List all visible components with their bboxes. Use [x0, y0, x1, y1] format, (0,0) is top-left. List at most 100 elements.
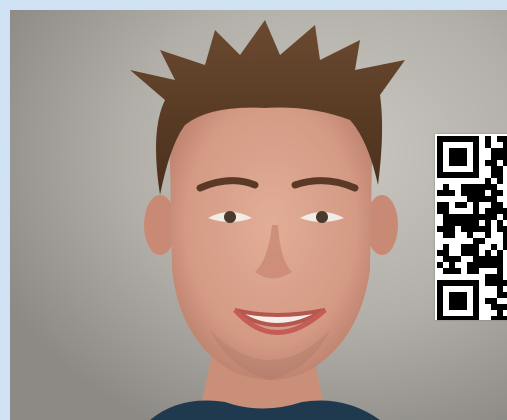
- qr-module: [467, 184, 473, 190]
- qr-module: [497, 280, 503, 286]
- qr-module: [497, 136, 503, 142]
- qr-module: [497, 208, 503, 214]
- qr-module: [485, 196, 491, 202]
- qr-code: [435, 134, 507, 320]
- qr-module: [473, 214, 479, 220]
- qr-module: [485, 142, 491, 148]
- qr-module: [485, 274, 491, 280]
- qr-module: [503, 292, 507, 298]
- qr-module: [497, 148, 503, 154]
- qr-module: [473, 202, 479, 208]
- qr-module: [443, 214, 449, 220]
- qr-module: [479, 184, 485, 190]
- qr-module: [485, 250, 491, 256]
- qr-module: [485, 136, 491, 142]
- qr-module: [497, 154, 503, 160]
- qr-module: [491, 256, 497, 262]
- qr-module: [473, 244, 479, 250]
- qr-module: [467, 214, 473, 220]
- qr-module: [497, 220, 503, 226]
- qr-module: [443, 226, 449, 232]
- qr-module: [503, 304, 507, 310]
- qr-module: [479, 226, 485, 232]
- qr-module: [443, 244, 449, 250]
- qr-module: [497, 226, 503, 232]
- qr-module: [497, 250, 503, 256]
- qr-module: [497, 310, 503, 316]
- qr-module: [437, 250, 443, 256]
- qr-module: [491, 196, 497, 202]
- qr-module: [491, 208, 497, 214]
- qr-module: [485, 298, 491, 304]
- qr-module: [455, 268, 461, 274]
- qr-module: [503, 214, 507, 220]
- qr-module: [503, 316, 507, 320]
- qr-module: [503, 280, 507, 286]
- qr-module: [491, 190, 497, 196]
- qr-module: [467, 220, 473, 226]
- qr-module: [455, 202, 461, 208]
- qr-module: [491, 280, 497, 286]
- qr-module: [467, 268, 473, 274]
- qr-module: [491, 298, 497, 304]
- qr-module: [461, 184, 467, 190]
- qr-module: [443, 202, 449, 208]
- qr-module: [491, 244, 497, 250]
- qr-module: [485, 178, 491, 184]
- qr-module: [437, 190, 443, 196]
- qr-module: [497, 274, 503, 280]
- qr-module: [497, 202, 503, 208]
- qr-module: [473, 184, 479, 190]
- qr-module: [491, 214, 497, 220]
- qr-module: [437, 226, 443, 232]
- qr-module: [437, 208, 443, 214]
- qr-module: [473, 226, 479, 232]
- qr-module: [491, 184, 497, 190]
- qr-code-graphic: [437, 136, 507, 320]
- qr-module: [497, 268, 503, 274]
- qr-module: [449, 220, 455, 226]
- qr-module: [461, 250, 467, 256]
- qr-module: [485, 232, 491, 238]
- qr-module: [467, 244, 473, 250]
- qr-module: [479, 190, 485, 196]
- qr-module: [479, 196, 485, 202]
- qr-module: [467, 190, 473, 196]
- qr-module: [461, 202, 467, 208]
- qr-module: [461, 190, 467, 196]
- qr-module: [503, 148, 507, 154]
- qr-module: [497, 262, 503, 268]
- qr-module: [443, 208, 449, 214]
- qr-module: [455, 256, 461, 262]
- qr-module: [443, 190, 449, 196]
- qr-module: [473, 196, 479, 202]
- qr-module: [503, 142, 507, 148]
- qr-module: [473, 268, 479, 274]
- qr-module: [443, 232, 449, 238]
- qr-module: [473, 208, 479, 214]
- qr-module: [461, 226, 467, 232]
- qr-module: [497, 190, 503, 196]
- qr-module: [473, 250, 479, 256]
- qr-module: [497, 172, 503, 178]
- qr-module: [491, 172, 497, 178]
- qr-module: [455, 220, 461, 226]
- qr-module: [497, 286, 503, 292]
- qr-module: [497, 316, 503, 320]
- qr-module: [467, 226, 473, 232]
- qr-module: [473, 238, 479, 244]
- qr-module: [497, 256, 503, 262]
- qr-module: [461, 214, 467, 220]
- qr-module: [473, 220, 479, 226]
- qr-module: [503, 160, 507, 166]
- qr-module: [449, 190, 455, 196]
- qr-module: [485, 262, 491, 268]
- qr-module: [443, 268, 449, 274]
- qr-module: [491, 262, 497, 268]
- portrait-photo: [10, 10, 507, 420]
- qr-module: [449, 226, 455, 232]
- qr-module: [443, 184, 449, 190]
- qr-module: [467, 232, 473, 238]
- qr-module: [443, 256, 449, 262]
- qr-module: [467, 250, 473, 256]
